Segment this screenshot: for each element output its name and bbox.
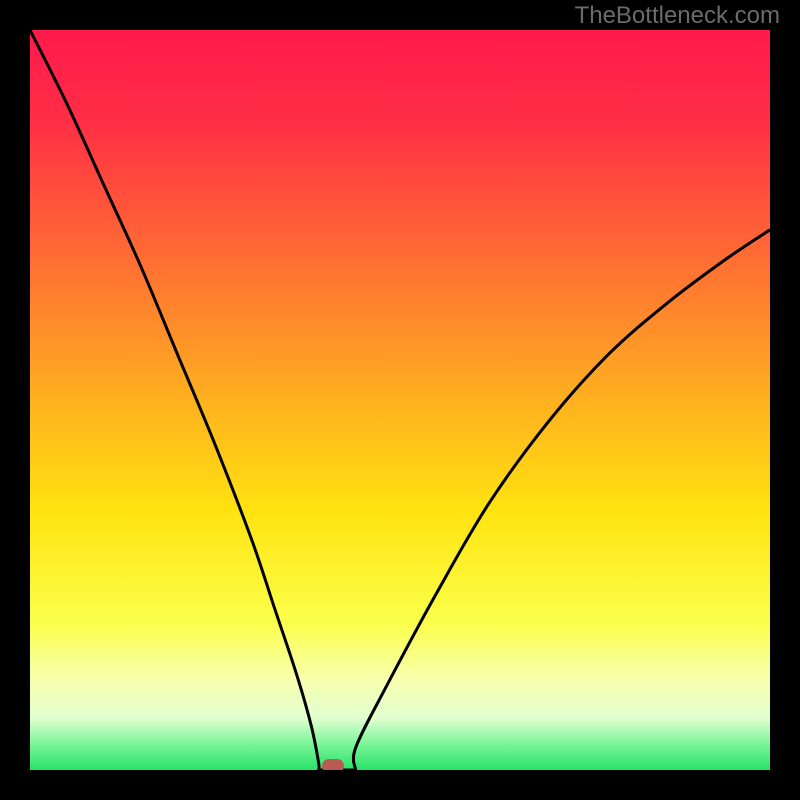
curve-svg <box>30 30 770 770</box>
plot-area <box>30 30 770 770</box>
watermark-text: TheBottleneck.com <box>575 2 780 30</box>
optimal-point-marker <box>322 759 344 770</box>
chart-frame: TheBottleneck.com <box>0 0 800 800</box>
bottleneck-curve <box>30 30 770 770</box>
